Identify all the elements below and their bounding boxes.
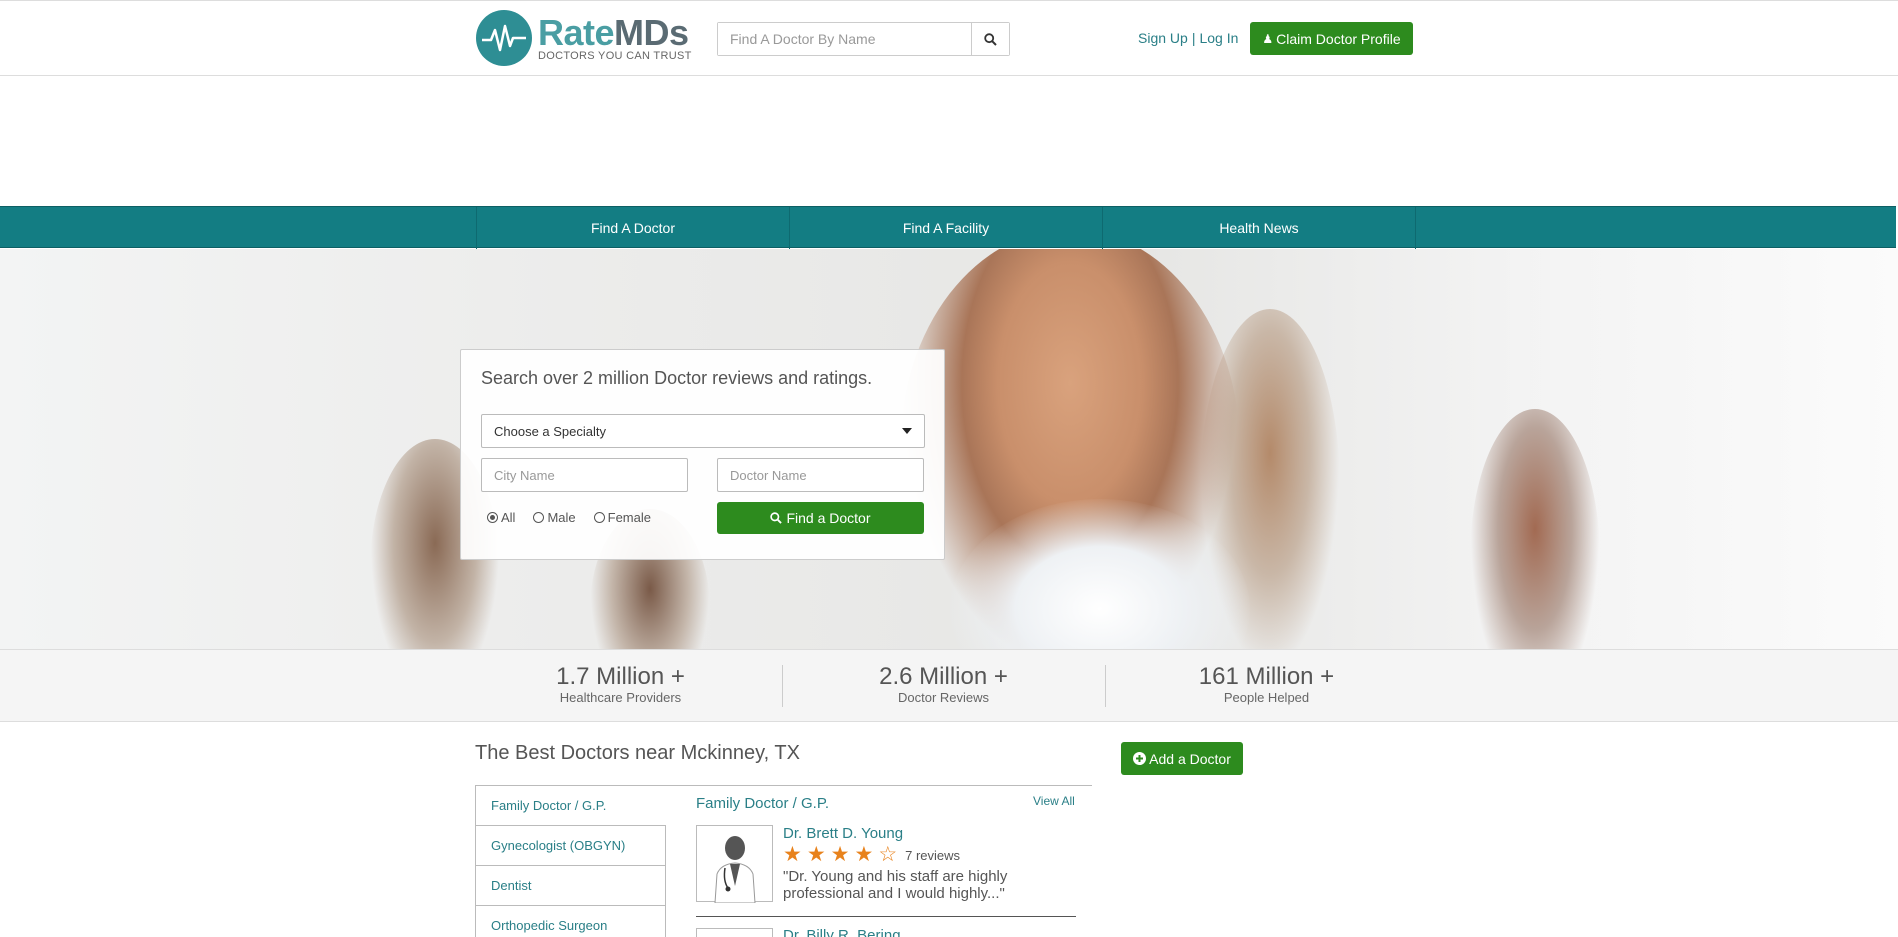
caret-down-icon bbox=[902, 428, 912, 434]
stat-reviews-value: 2.6 Million + bbox=[879, 663, 1008, 690]
doctor-name-search bbox=[717, 22, 1010, 56]
find-a-doctor-label: Find a Doctor bbox=[786, 510, 871, 526]
doctor-name-input[interactable]: Doctor Name bbox=[717, 458, 924, 492]
doctor-name-search-input[interactable] bbox=[718, 23, 971, 55]
specialty-select-value: Choose a Specialty bbox=[494, 423, 607, 439]
gender-radio-female-label: Female bbox=[607, 510, 651, 525]
main-nav: Find A Doctor Find A Facility Health New… bbox=[0, 206, 1896, 249]
hero-banner bbox=[0, 249, 1898, 649]
logo-wordmark: RateMDs bbox=[538, 11, 692, 53]
logo-name-rate: Rate bbox=[538, 11, 615, 53]
auth-separator: | bbox=[1191, 30, 1196, 46]
doctor-name-link[interactable]: Dr. Billy R. Bering bbox=[783, 927, 901, 937]
logo-name-mds: MDs bbox=[614, 11, 689, 53]
tab-orthopedic-surgeon[interactable]: Orthopedic Surgeon bbox=[475, 906, 666, 937]
stat-reviews-label: Doctor Reviews bbox=[897, 690, 990, 705]
gender-radio-male[interactable]: Male bbox=[533, 510, 576, 525]
radio-unselected-icon bbox=[593, 512, 605, 523]
stat-providers-label: Healthcare Providers bbox=[559, 690, 682, 705]
doctor-review-quote: "Dr. Young and his staff are highly prof… bbox=[783, 868, 1008, 902]
gender-radio-female[interactable]: Female bbox=[593, 510, 651, 525]
plus-circle-icon bbox=[1133, 752, 1147, 765]
tab-gynecologist[interactable]: Gynecologist (OBGYN) bbox=[475, 826, 666, 866]
star-full-icon: ★ bbox=[783, 843, 802, 866]
tab-family-doctor[interactable]: Family Doctor / G.P. bbox=[475, 786, 666, 826]
star-full-icon: ★ bbox=[830, 843, 850, 866]
gender-radio-group: All Male Female bbox=[487, 510, 669, 525]
stats-bar: 1.7 Million + Healthcare Providers 2.6 M… bbox=[0, 649, 1898, 722]
view-all-link[interactable]: View All bbox=[1033, 794, 1075, 808]
doctor-search-form: Search over 2 million Doctor reviews and… bbox=[460, 349, 945, 560]
star-empty-icon: ☆ bbox=[878, 843, 898, 866]
specialty-select[interactable]: Choose a Specialty bbox=[481, 414, 925, 448]
claim-doctor-profile-button[interactable]: ♟ Claim Doctor Profile bbox=[1250, 22, 1413, 55]
hero-background-figure bbox=[1470, 409, 1600, 649]
heartbeat-logo-icon bbox=[476, 10, 532, 66]
sign-up-link[interactable]: Sign Up bbox=[1138, 30, 1188, 46]
logo-tagline: DOCTORS YOU CAN TRUST bbox=[538, 49, 692, 62]
search-icon bbox=[770, 512, 783, 524]
specialty-panel-title: Family Doctor / G.P. bbox=[696, 795, 830, 812]
doctor-review-count[interactable]: 7 reviews bbox=[905, 848, 960, 863]
specialty-tabs: Family Doctor / G.P. Gynecologist (OBGYN… bbox=[475, 785, 1092, 937]
star-full-icon: ★ bbox=[854, 843, 874, 866]
user-md-icon: ♟ bbox=[1262, 31, 1274, 46]
best-doctors-title: The Best Doctors near Mckinney, TX bbox=[475, 742, 800, 764]
doctor-avatar[interactable] bbox=[696, 825, 773, 904]
stat-providers: 1.7 Million + Healthcare Providers bbox=[459, 663, 782, 706]
doctor-rating: ★ ★ ★ ★ ☆ 7 reviews bbox=[783, 843, 960, 866]
search-form-title: Search over 2 million Doctor reviews and… bbox=[481, 368, 873, 388]
logo[interactable]: RateMDs DOCTORS YOU CAN TRUST bbox=[476, 10, 692, 66]
gender-radio-male-label: Male bbox=[547, 510, 576, 525]
add-a-doctor-label: Add a Doctor bbox=[1149, 750, 1231, 767]
add-a-doctor-button[interactable]: Add a Doctor bbox=[1121, 742, 1243, 775]
log-in-link[interactable]: Log In bbox=[1199, 30, 1238, 46]
city-name-input[interactable]: City Name bbox=[481, 458, 688, 492]
gender-radio-all-label: All bbox=[501, 510, 516, 525]
find-a-doctor-button[interactable]: Find a Doctor bbox=[717, 502, 924, 534]
stat-people-helped: 161 Million + People Helped bbox=[1105, 663, 1428, 706]
stat-people-helped-value: 161 Million + bbox=[1198, 663, 1335, 690]
nav-find-a-facility[interactable]: Find A Facility bbox=[790, 207, 1103, 249]
doctor-name-link[interactable]: Dr. Brett D. Young bbox=[783, 825, 903, 842]
auth-links: Sign Up | Log In bbox=[1138, 30, 1238, 46]
stat-providers-value: 1.7 Million + bbox=[556, 663, 685, 690]
radio-unselected-icon bbox=[533, 512, 545, 523]
site-header: RateMDs DOCTORS YOU CAN TRUST Sign Up|Lo… bbox=[0, 0, 1898, 76]
gender-radio-all[interactable]: All bbox=[487, 510, 515, 525]
stat-people-helped-label: People Helped bbox=[1223, 690, 1310, 705]
doctor-divider bbox=[696, 916, 1076, 917]
claim-doctor-profile-label: Claim Doctor Profile bbox=[1276, 30, 1401, 47]
nav-health-news[interactable]: Health News bbox=[1103, 207, 1416, 249]
stat-reviews: 2.6 Million + Doctor Reviews bbox=[782, 663, 1105, 706]
tab-dentist[interactable]: Dentist bbox=[475, 866, 666, 906]
radio-selected-icon bbox=[487, 512, 498, 523]
doctor-silhouette-icon bbox=[714, 836, 756, 904]
search-button[interactable] bbox=[971, 23, 1009, 55]
nav-find-a-doctor[interactable]: Find A Doctor bbox=[477, 207, 790, 249]
star-full-icon: ★ bbox=[806, 843, 826, 866]
doctor-avatar[interactable] bbox=[696, 928, 773, 937]
search-icon bbox=[984, 32, 997, 46]
